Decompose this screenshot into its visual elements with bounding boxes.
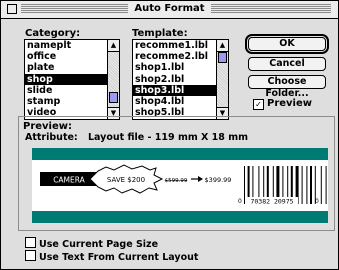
template-list-item[interactable]: shop3.lbl: [133, 84, 216, 96]
template-list-item[interactable]: shop1.lbl: [133, 62, 216, 73]
brand-text: CAMERA: [53, 176, 85, 185]
category-list-item[interactable]: stamp: [25, 96, 107, 107]
promo-text: SAVE $200: [107, 176, 145, 184]
template-list-item[interactable]: recomme1.lbl: [133, 40, 216, 51]
template-list-item[interactable]: shop2.lbl: [133, 74, 216, 85]
barcode-right-digit: 0: [315, 198, 319, 205]
category-list-item[interactable]: slide: [25, 85, 107, 96]
scroll-up-arrow-icon[interactable]: ▲: [217, 40, 228, 52]
category-list-item[interactable]: plate: [25, 62, 107, 73]
cancel-button[interactable]: Cancel: [248, 57, 326, 71]
barcode-bar: [306, 166, 308, 204]
label-artwork: CAMERA SAVE $200 $599.99 $399.99 0 70382…: [40, 164, 327, 206]
template-list[interactable]: recomme1.lbl recomme2.lbl shop1.lbl shop2.l…: [132, 39, 229, 120]
preview-checkbox[interactable]: ✓: [253, 99, 264, 110]
use-page-size-checkbox[interactable]: [25, 237, 36, 248]
auto-format-dialog: Auto Format Category: nameplt office plate…: [0, 0, 339, 270]
template-label: Template:: [132, 28, 188, 39]
attribute-label: Attribute:: [25, 132, 78, 143]
category-scrollbar[interactable]: ▲ ▼: [107, 40, 119, 119]
barcode-bar: [320, 166, 322, 204]
use-text-layout-option[interactable]: Use Text From Current Layout: [25, 250, 198, 263]
label-bottom-band: [32, 211, 328, 223]
preview-toggle-label: Preview: [267, 98, 313, 109]
category-items: nameplt office plate shop slide stamp video: [25, 40, 107, 119]
barcode-left-digit: 0: [238, 198, 242, 205]
category-list-item[interactable]: office: [25, 51, 107, 62]
category-list[interactable]: nameplt office plate shop slide stamp video ▲ …: [24, 39, 120, 120]
scroll-thumb[interactable]: [218, 52, 227, 63]
window-title: Auto Format: [128, 3, 211, 14]
template-list-item[interactable]: recomme2.lbl: [133, 51, 216, 62]
use-text-layout-label: Use Text From Current Layout: [39, 252, 199, 263]
barcode-bar: [244, 166, 245, 204]
scroll-up-arrow-icon[interactable]: ▲: [108, 40, 119, 52]
attribute-value: Layout file - 119 mm X 18 mm: [88, 132, 249, 143]
template-items: recomme1.lbl recomme2.lbl shop1.lbl shop2.l…: [133, 40, 216, 119]
preview-heading: Preview:: [23, 121, 73, 132]
barcode-bar: [310, 166, 312, 204]
template-list-item[interactable]: shop4.lbl: [133, 96, 216, 107]
label-top-band: [32, 148, 328, 160]
category-label: Category:: [25, 28, 81, 39]
price-arrow-icon: [198, 176, 203, 182]
barcode-bar: [301, 166, 303, 204]
old-price-text: $599.99: [165, 178, 188, 184]
label-preview-canvas: CAMERA SAVE $200 $599.99 $399.99 0 70382…: [32, 148, 328, 223]
use-page-size-option[interactable]: Use Current Page Size: [25, 237, 158, 250]
use-page-size-label: Use Current Page Size: [39, 239, 159, 250]
title-bar[interactable]: Auto Format: [1, 1, 338, 19]
choose-folder-button[interactable]: Choose Folder...: [248, 75, 326, 99]
category-list-item[interactable]: nameplt: [25, 40, 107, 51]
label-body: CAMERA SAVE $200 $599.99 $399.99 0 70382…: [32, 160, 328, 211]
use-text-layout-checkbox[interactable]: [25, 250, 36, 261]
barcode-digits: 70382 20975: [250, 198, 293, 206]
scroll-thumb[interactable]: [109, 92, 118, 103]
barcode-bar: [325, 166, 327, 204]
preview-toggle[interactable]: ✓ Preview: [253, 98, 312, 110]
template-scrollbar[interactable]: ▲ ▼: [216, 40, 228, 119]
ok-button[interactable]: OK: [248, 37, 326, 51]
new-price-text: $399.99: [205, 176, 232, 184]
category-list-item[interactable]: shop: [25, 73, 107, 85]
